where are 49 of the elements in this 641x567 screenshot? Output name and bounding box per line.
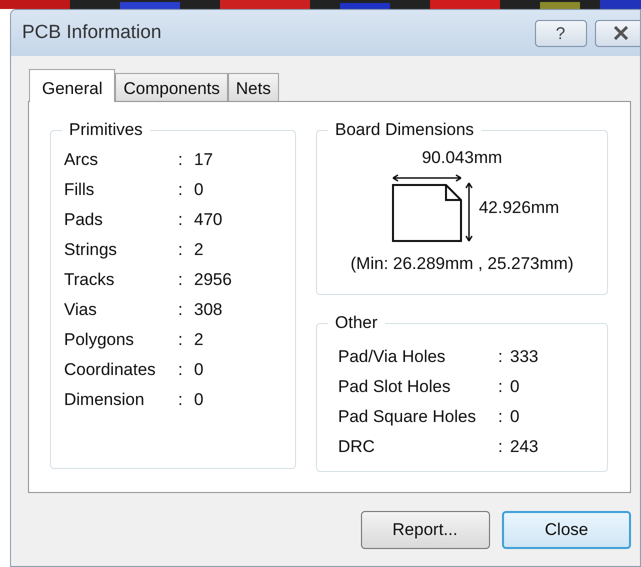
primitive-separator: : bbox=[178, 299, 184, 321]
primitive-value: 0 bbox=[194, 179, 204, 201]
primitive-value: 308 bbox=[194, 299, 224, 321]
other-separator: : bbox=[498, 436, 504, 458]
other-label: Pad/Via Holes bbox=[338, 346, 446, 368]
primitive-separator: : bbox=[178, 149, 184, 171]
primitive-label: Pads bbox=[64, 209, 104, 231]
primitive-separator: : bbox=[178, 389, 184, 411]
other-value: 243 bbox=[510, 436, 540, 458]
tab[interactable]: General bbox=[29, 69, 116, 102]
primitive-separator: : bbox=[178, 209, 184, 231]
primitive-label: Dimension bbox=[64, 389, 146, 411]
tab[interactable]: Nets bbox=[228, 73, 279, 101]
tab[interactable]: Components bbox=[115, 73, 228, 101]
board-height: 42.926mm bbox=[478, 197, 560, 220]
other-separator: : bbox=[498, 346, 504, 368]
other-value: 0 bbox=[510, 376, 520, 398]
primitive-label: Arcs bbox=[64, 149, 99, 171]
primitive-label: Fills bbox=[64, 179, 96, 201]
primitive-separator: : bbox=[178, 269, 184, 291]
primitive-separator: : bbox=[178, 239, 184, 261]
other-label: DRC bbox=[338, 436, 376, 458]
other-separator: : bbox=[498, 376, 504, 398]
primitive-separator: : bbox=[178, 359, 184, 381]
primitive-label: Polygons bbox=[64, 329, 135, 351]
board-width: 90.043mm bbox=[422, 147, 502, 169]
primitive-value: 2956 bbox=[194, 269, 233, 291]
other-label: Pad Square Holes bbox=[338, 406, 477, 428]
primitive-value: 2 bbox=[194, 239, 204, 261]
window-title: PCB Information bbox=[22, 20, 162, 45]
other-separator: : bbox=[498, 406, 504, 428]
dialog-button[interactable]: Close bbox=[502, 511, 631, 549]
primitive-value: 470 bbox=[194, 209, 224, 231]
primitive-label: Vias bbox=[64, 299, 98, 321]
primitive-separator: : bbox=[178, 179, 184, 201]
other-label: Pad Slot Holes bbox=[338, 376, 452, 398]
primitive-value: 0 bbox=[194, 359, 204, 381]
help-button[interactable]: ? bbox=[534, 20, 586, 46]
board-minimum: (Min: 26.289mm , 25.273mm) bbox=[350, 253, 574, 275]
primitive-value: 2 bbox=[194, 329, 204, 351]
other-value: 333 bbox=[510, 346, 540, 368]
primitive-value: 17 bbox=[194, 149, 214, 171]
dialog-button[interactable]: Report... bbox=[360, 511, 490, 549]
primitive-label: Coordinates bbox=[64, 359, 157, 381]
primitive-label: Tracks bbox=[64, 269, 116, 291]
primitive-separator: : bbox=[178, 329, 184, 351]
primitive-label: Strings bbox=[64, 239, 118, 261]
other-value: 0 bbox=[510, 406, 520, 428]
primitive-value: 0 bbox=[194, 389, 204, 411]
